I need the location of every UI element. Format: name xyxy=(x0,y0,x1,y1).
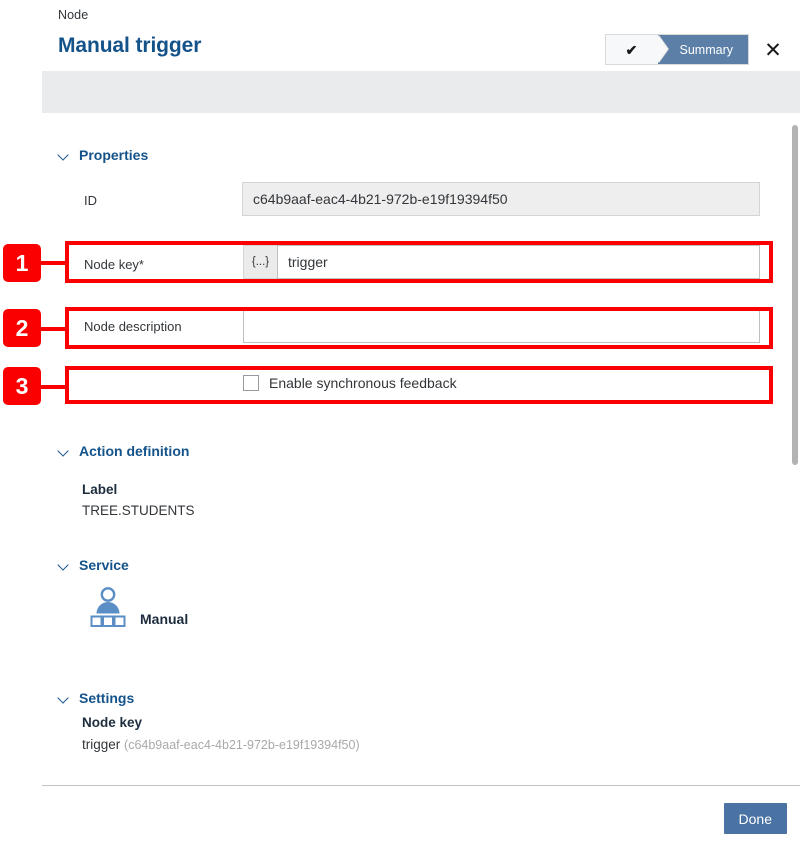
sync-feedback-label[interactable]: Enable synchronous feedback xyxy=(269,375,457,391)
annotation-leader-2 xyxy=(40,327,68,331)
header-sub-band xyxy=(42,71,800,113)
dialog-footer: Done xyxy=(42,785,800,844)
content-scrollbar-thumb[interactable] xyxy=(792,125,798,465)
section-action-definition-header[interactable]: Action definition xyxy=(58,443,189,459)
wizard-steps: ✔ Summary xyxy=(605,35,748,64)
breadcrumb: Node xyxy=(58,8,89,22)
check-icon: ✔ xyxy=(625,41,638,58)
annotation-leader-1 xyxy=(40,261,68,265)
section-action-definition-title: Action definition xyxy=(79,443,190,459)
section-settings-title: Settings xyxy=(79,690,135,706)
node-description-input[interactable] xyxy=(243,309,760,343)
annotation-badge-2: 2 xyxy=(3,309,41,347)
chevron-down-icon xyxy=(58,445,70,457)
action-label-value: TREE.STUDENTS xyxy=(82,503,195,518)
manual-user-service-icon xyxy=(86,586,130,631)
node-key-expression-button[interactable]: {...} xyxy=(243,245,277,279)
wizard-step-completed[interactable]: ✔ xyxy=(605,35,670,64)
node-description-label: Node description xyxy=(84,319,182,334)
settings-node-key-value: trigger xyxy=(82,737,121,752)
sync-feedback-checkbox[interactable] xyxy=(243,375,259,391)
annotation-leader-3 xyxy=(40,385,68,389)
content-area: Properties ID Node key* {...} Node descr… xyxy=(42,113,800,785)
sync-feedback-row[interactable]: Enable synchronous feedback xyxy=(243,375,457,391)
node-key-input[interactable] xyxy=(277,245,760,279)
annotation-badge-3: 3 xyxy=(3,367,41,405)
close-icon[interactable]: ✕ xyxy=(758,35,788,65)
section-properties-header[interactable]: Properties xyxy=(58,147,148,163)
content-scrollbar[interactable] xyxy=(792,125,800,785)
chevron-down-icon xyxy=(58,149,70,161)
service-tile[interactable]: Manual xyxy=(86,586,188,631)
section-service-header[interactable]: Service xyxy=(58,557,129,573)
id-field xyxy=(242,182,760,216)
settings-node-key-heading: Node key xyxy=(82,715,143,730)
done-button[interactable]: Done xyxy=(723,803,787,834)
section-service-title: Service xyxy=(79,557,129,573)
settings-node-key-line: trigger (c64b9aaf-eac4-4b21-972b-e19f193… xyxy=(82,737,360,752)
annotation-badge-1: 1 xyxy=(3,244,41,282)
dialog-header: Node Manual trigger ✔ Summary ✕ xyxy=(42,0,800,71)
section-properties-title: Properties xyxy=(79,147,149,163)
action-label-key: Label xyxy=(82,482,118,497)
wizard-step-summary-label: Summary xyxy=(679,42,733,57)
id-label: ID xyxy=(84,193,97,208)
page-title: Manual trigger xyxy=(58,34,202,57)
chevron-down-icon xyxy=(58,692,70,704)
section-settings-header[interactable]: Settings xyxy=(58,690,134,706)
settings-node-key-id: (c64b9aaf-eac4-4b21-972b-e19f19394f50) xyxy=(124,738,360,752)
node-key-label: Node key* xyxy=(84,257,144,272)
service-name: Manual xyxy=(140,611,189,627)
wizard-step-summary[interactable]: Summary xyxy=(657,35,748,64)
chevron-down-icon xyxy=(58,559,70,571)
